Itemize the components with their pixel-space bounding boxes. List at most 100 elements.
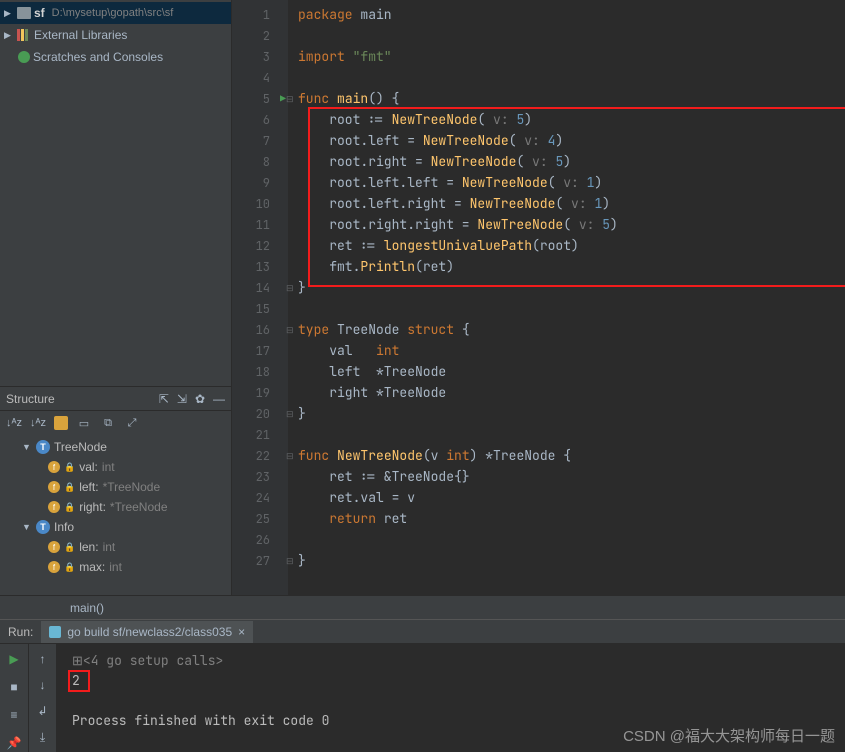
struct-item[interactable]: f🔒val: int <box>0 457 231 477</box>
code-line[interactable]: ⊟} <box>288 277 845 298</box>
code-line[interactable]: root.right = NewTreeNode( v: 5) <box>288 151 845 172</box>
expand-icon[interactable]: ⊞ <box>72 652 83 669</box>
chevron-down-icon: ▼ <box>22 442 32 452</box>
folder-struct-icon[interactable]: ▭ <box>76 415 92 431</box>
code-line[interactable] <box>288 424 845 445</box>
fold-icon[interactable]: ⊟ <box>286 324 294 336</box>
fold-icon[interactable]: ⊟ <box>286 93 294 105</box>
up-icon[interactable]: ↑ <box>34 650 52 668</box>
code-line[interactable]: fmt.Println(ret) <box>288 256 845 277</box>
chevron-right-icon: ▶ <box>4 8 14 19</box>
code-line[interactable] <box>288 529 845 550</box>
fold-icon[interactable]: ⊟ <box>286 450 294 462</box>
console-output[interactable]: ⊞<4 go setup calls> 2 Process finished w… <box>56 644 845 752</box>
chevron-right-icon: ▶ <box>4 30 14 41</box>
soft-wrap-icon[interactable]: ↲ <box>34 702 52 720</box>
code-line[interactable]: ⊟} <box>288 550 845 571</box>
field-badge-icon: f <box>48 541 60 553</box>
external-libraries[interactable]: ▶ External Libraries <box>0 24 231 46</box>
libraries-icon <box>17 29 31 41</box>
lock-icon: 🔒 <box>64 482 75 493</box>
editor-gutter[interactable]: 12345▶6789101112131415161718192021222324… <box>232 0 288 595</box>
code-line[interactable] <box>288 25 845 46</box>
struct-item[interactable]: ▼TInfo <box>0 517 231 537</box>
lock-icon: 🔒 <box>64 462 75 473</box>
field-badge-icon: f <box>48 461 60 473</box>
code-line[interactable] <box>288 298 845 319</box>
code-line[interactable]: package main <box>288 4 845 25</box>
project-tree[interactable]: ▶ sf D:\mysetup\gopath\src\sf ▶ External… <box>0 0 231 386</box>
run-sidebar: ▶ ■ ≡ 📌 <box>0 644 28 752</box>
lock-icon: 🔒 <box>64 502 75 513</box>
pin-icon[interactable]: 📌 <box>5 734 23 752</box>
gear-icon[interactable]: ✿ <box>195 392 205 406</box>
structure-tree[interactable]: ▼TTreeNodef🔒val: intf🔒left: *TreeNodef🔒r… <box>0 435 231 595</box>
expand-icon[interactable]: ⇲ <box>177 392 187 406</box>
code-line[interactable]: ⊟type TreeNode struct { <box>288 319 845 340</box>
run-tab-label: go build sf/newclass2/class035 <box>67 625 232 639</box>
fields-icon[interactable] <box>54 416 68 430</box>
layout-icon[interactable]: ≡ <box>5 706 23 724</box>
code-line[interactable]: ⊟func NewTreeNode(v int) *TreeNode { <box>288 445 845 466</box>
code-line[interactable]: ret := longestUnivaluePath(root) <box>288 235 845 256</box>
lock-icon: 🔒 <box>64 562 75 573</box>
code-line[interactable]: ⊟func main() { <box>288 88 845 109</box>
scratches-label: Scratches and Consoles <box>33 50 163 64</box>
sort-vis-icon[interactable]: ↓ᴬz <box>30 415 46 431</box>
code-line[interactable]: import "fmt" <box>288 46 845 67</box>
code-line[interactable]: ret.val = v <box>288 487 845 508</box>
struct-item[interactable]: f🔒max: int <box>0 557 231 577</box>
code-line[interactable]: right *TreeNode <box>288 382 845 403</box>
field-badge-icon: f <box>48 501 60 513</box>
scroll-icon[interactable]: ⤓ <box>34 728 52 746</box>
fold-icon[interactable]: ⊟ <box>286 408 294 420</box>
chevron-down-icon: ▼ <box>22 522 32 532</box>
exit-message: Process finished with exit code 0 <box>72 712 829 732</box>
editor-area[interactable]: package main import "fmt" ⊟func main() { r… <box>288 0 845 595</box>
folder-icon <box>17 7 31 19</box>
autoscroll-icon[interactable]: ⤢ <box>124 415 140 431</box>
collapse-icon[interactable]: ⇱ <box>159 392 169 406</box>
rerun-icon[interactable]: ▶ <box>5 650 23 668</box>
field-badge-icon: f <box>48 481 60 493</box>
code-line[interactable] <box>288 67 845 88</box>
project-root[interactable]: ▶ sf D:\mysetup\gopath\src\sf <box>0 2 231 24</box>
stop-icon[interactable]: ■ <box>5 678 23 696</box>
code-line[interactable]: return ret <box>288 508 845 529</box>
scratches[interactable]: Scratches and Consoles <box>0 46 231 68</box>
fold-icon[interactable]: ⊟ <box>286 282 294 294</box>
run-panel: Run: go build sf/newclass2/class035 × ▶ … <box>0 619 845 752</box>
lock-icon: 🔒 <box>64 542 75 553</box>
setup-calls: <4 go setup calls> <box>83 652 223 669</box>
run-tabs: Run: go build sf/newclass2/class035 × <box>0 620 845 644</box>
filter-icon[interactable]: ⧉ <box>100 415 116 431</box>
close-icon[interactable]: × <box>238 625 245 639</box>
scratches-icon <box>18 51 30 63</box>
output-value: 2 <box>72 672 80 689</box>
code-line[interactable]: root.left.right = NewTreeNode( v: 1) <box>288 193 845 214</box>
code-line[interactable]: root.right.right = NewTreeNode( v: 5) <box>288 214 845 235</box>
code-line[interactable]: val int <box>288 340 845 361</box>
struct-item[interactable]: f🔒right: *TreeNode <box>0 497 231 517</box>
go-icon <box>49 626 61 638</box>
field-badge-icon: f <box>48 561 60 573</box>
down-icon[interactable]: ↓ <box>34 676 52 694</box>
code-line[interactable]: root := NewTreeNode( v: 5) <box>288 109 845 130</box>
project-path: D:\mysetup\gopath\src\sf <box>52 7 174 19</box>
code-line[interactable]: left *TreeNode <box>288 361 845 382</box>
code-line[interactable]: root.left.left = NewTreeNode( v: 1) <box>288 172 845 193</box>
code-line[interactable]: root.left = NewTreeNode( v: 4) <box>288 130 845 151</box>
code-line[interactable]: ⊟} <box>288 403 845 424</box>
fold-icon[interactable]: ⊟ <box>286 555 294 567</box>
struct-item[interactable]: ▼TTreeNode <box>0 437 231 457</box>
sort-alpha-icon[interactable]: ↓ᴬz <box>6 415 22 431</box>
code-line[interactable]: ret := &TreeNode{} <box>288 466 845 487</box>
struct-item[interactable]: f🔒left: *TreeNode <box>0 477 231 497</box>
run-tab[interactable]: go build sf/newclass2/class035 × <box>41 621 253 643</box>
type-badge-icon: T <box>36 440 50 454</box>
structure-toolbar: ↓ᴬz ↓ᴬz ▭ ⧉ ⤢ <box>0 410 231 435</box>
run-label: Run: <box>8 625 33 639</box>
ext-libs-label: External Libraries <box>34 28 127 42</box>
struct-item[interactable]: f🔒len: int <box>0 537 231 557</box>
minimize-icon[interactable]: — <box>213 392 225 406</box>
